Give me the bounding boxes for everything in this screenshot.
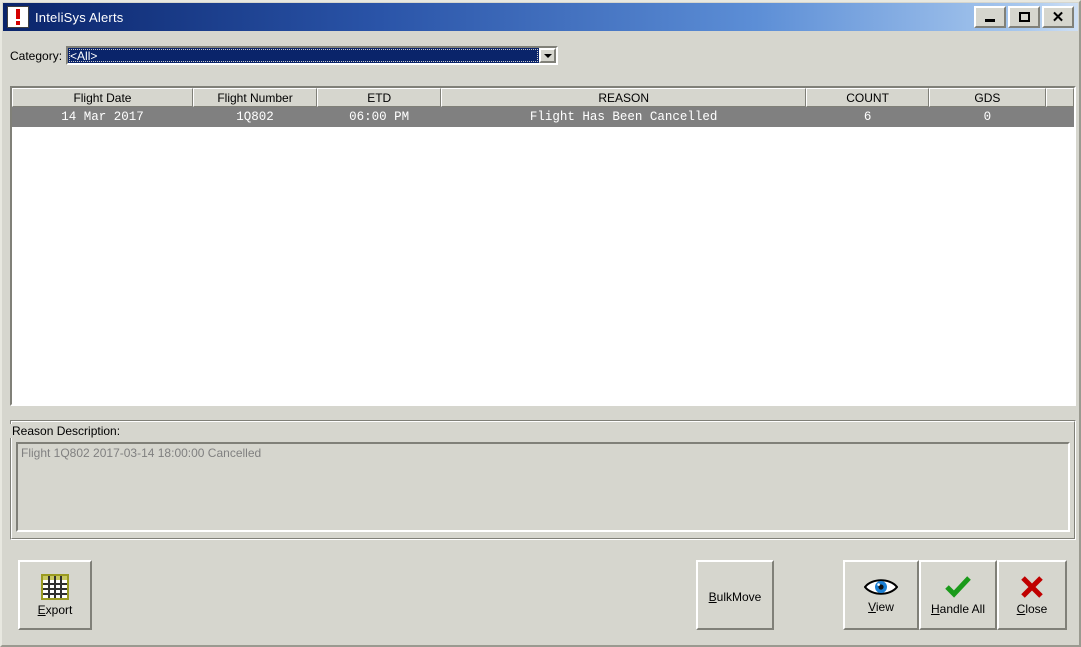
cell-reason: Flight Has Been Cancelled (529, 110, 718, 124)
view-button[interactable]: View (843, 560, 919, 630)
table-row[interactable]: 14 Mar 2017 1Q802 06:00 PM Flight Has Be… (12, 107, 1074, 127)
handle-all-button[interactable]: Handle All (919, 560, 997, 630)
bulkmove-button[interactable]: BulkMove (696, 560, 774, 630)
column-header-count[interactable]: COUNT (806, 88, 930, 107)
maximize-icon (1018, 12, 1030, 22)
view-button-label: View (868, 599, 894, 614)
cell-etd: 06:00 PM (349, 110, 410, 124)
close-window-button[interactable]: ✕ (1042, 6, 1074, 28)
cell-flight-date: 14 Mar 2017 (61, 110, 144, 124)
red-x-icon (1021, 575, 1043, 598)
export-button-label: Export (37, 602, 73, 617)
eye-icon (864, 578, 898, 595)
category-selected-value[interactable]: <All> (68, 48, 540, 63)
column-header-flight-number[interactable]: Flight Number (192, 88, 318, 107)
cell-flight-number: 1Q802 (236, 110, 274, 124)
cell-count: 6 (863, 110, 872, 124)
alert-exclamation-icon (7, 6, 29, 28)
close-button-label: Close (1016, 601, 1048, 616)
bulkmove-button-label: BulkMove (708, 589, 762, 604)
close-button[interactable]: Close (997, 560, 1067, 630)
handle-all-button-label: Handle All (930, 601, 986, 616)
column-header-reason[interactable]: REASON (441, 88, 806, 107)
minimize-button[interactable] (974, 6, 1006, 28)
column-header-etd[interactable]: ETD (317, 88, 442, 107)
grid-body: 14 Mar 2017 1Q802 06:00 PM Flight Has Be… (12, 107, 1074, 127)
maximize-button[interactable] (1008, 6, 1040, 28)
category-label: Category: (10, 48, 63, 63)
reason-description-label: Reason Description: (10, 424, 123, 438)
spreadsheet-grid-icon (41, 573, 69, 600)
column-header-gds[interactable]: GDS (929, 88, 1046, 107)
caption-button-group: ✕ (974, 6, 1074, 28)
cell-spacer (1046, 107, 1074, 127)
column-header-spacer (1045, 88, 1074, 107)
grid-header-row: Flight Date Flight Number ETD REASON COU… (12, 88, 1074, 107)
column-header-flight-date[interactable]: Flight Date (12, 88, 193, 107)
title-bar[interactable]: InteliSys Alerts ✕ (3, 3, 1078, 31)
chevron-down-icon[interactable] (539, 48, 557, 63)
export-button[interactable]: Export (18, 560, 92, 630)
reason-description-text[interactable]: Flight 1Q802 2017-03-14 18:00:00 Cancell… (16, 442, 1070, 532)
category-filter-row: Category: <All> (10, 46, 559, 65)
alerts-grid[interactable]: Flight Date Flight Number ETD REASON COU… (10, 86, 1076, 406)
close-icon: ✕ (1051, 8, 1065, 26)
category-combobox[interactable]: <All> (66, 46, 559, 65)
alerts-window: InteliSys Alerts ✕ Category: <All> Fligh… (0, 0, 1081, 647)
green-check-icon (945, 575, 971, 598)
cell-gds: 0 (983, 110, 992, 124)
window-title: InteliSys Alerts (35, 9, 124, 25)
minimize-icon (985, 19, 995, 22)
